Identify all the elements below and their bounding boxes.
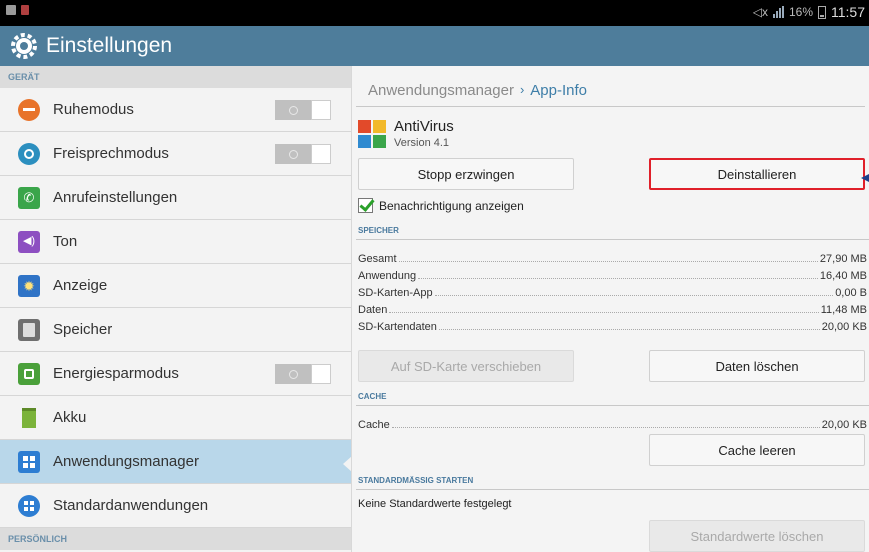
antivirus-app-icon bbox=[358, 120, 386, 148]
section-header-storage: SPEICHER bbox=[356, 226, 869, 240]
sidebar-item-label: Anrufeinstellungen bbox=[53, 189, 178, 206]
sidebar-item-label: Speicher bbox=[53, 321, 113, 338]
call-settings-icon: ✆ bbox=[18, 186, 40, 209]
clear-defaults-button[interactable]: Standardwerte löschen bbox=[649, 520, 865, 552]
sidebar-item-label: Ruhemodus bbox=[53, 101, 134, 118]
ruhemodus-toggle[interactable] bbox=[275, 100, 331, 120]
sidebar-item-anzeige[interactable]: ✹ Anzeige bbox=[0, 264, 351, 308]
display-icon: ✹ bbox=[18, 274, 40, 297]
app-version: Version 4.1 bbox=[394, 137, 450, 149]
sidebar-item-label: Ton bbox=[53, 233, 78, 250]
battery-percent: 16% bbox=[788, 5, 813, 19]
power-saving-icon bbox=[18, 362, 40, 385]
signal-icon bbox=[772, 6, 784, 18]
storage-row: SD-Kartendaten 20,00 KB bbox=[358, 321, 867, 333]
notification-checkbox-label: Benachrichtigung anzeigen bbox=[379, 198, 524, 213]
energiesparmodus-toggle[interactable] bbox=[275, 364, 331, 384]
mute-icon: ◁x bbox=[752, 5, 768, 19]
sidebar-item-energiesparmodus[interactable]: Energiesparmodus bbox=[0, 352, 351, 396]
app-name: AntiVirus bbox=[394, 118, 454, 135]
app-notification-icon bbox=[21, 5, 29, 15]
sound-icon: ◀) bbox=[18, 230, 40, 253]
sidebar-item-label: Standardanwendungen bbox=[53, 497, 209, 514]
breadcrumb-current: App-Info bbox=[530, 82, 587, 99]
app-header: AntiVirus Version 4.1 bbox=[358, 116, 454, 149]
page-title: Einstellungen bbox=[46, 34, 173, 57]
sidebar-item-freisprechmodus[interactable]: Freisprechmodus bbox=[0, 132, 351, 176]
section-header-launch-default: STANDARDMÄSSIG STARTEN bbox=[356, 476, 869, 490]
storage-row: SD-Karten-App 0,00 B bbox=[358, 287, 867, 299]
sleep-mode-icon bbox=[18, 98, 40, 121]
launch-default-text: Keine Standardwerte festgelegt bbox=[358, 498, 512, 510]
sidebar-item-ton[interactable]: ◀) Ton bbox=[0, 220, 351, 264]
freisprechmodus-toggle[interactable] bbox=[275, 144, 331, 164]
sidebar-item-anwendungsmanager[interactable]: Anwendungsmanager bbox=[0, 440, 351, 484]
sidebar-item-standardanwendungen[interactable]: Standardanwendungen bbox=[0, 484, 351, 528]
app-manager-icon bbox=[18, 450, 40, 473]
storage-row: Gesamt 27,90 MB bbox=[358, 253, 867, 265]
notification-checkbox[interactable] bbox=[358, 198, 373, 213]
sidebar-item-anrufeinstellungen[interactable]: ✆ Anrufeinstellungen bbox=[0, 176, 351, 220]
section-header-cache: CACHE bbox=[356, 392, 869, 406]
move-to-sd-button[interactable]: Auf SD-Karte verschieben bbox=[358, 350, 574, 382]
battery-icon bbox=[18, 407, 40, 429]
breadcrumb-separator: › bbox=[519, 82, 525, 97]
clear-cache-button[interactable]: Cache leeren bbox=[649, 434, 865, 466]
action-bar: Einstellungen bbox=[0, 26, 869, 66]
default-apps-icon bbox=[18, 494, 40, 517]
settings-gear-icon[interactable] bbox=[10, 32, 38, 60]
storage-row: Daten 11,48 MB bbox=[358, 304, 867, 316]
annotation-arrow-icon bbox=[861, 174, 869, 182]
sidebar-item-label: Energiesparmodus bbox=[53, 365, 179, 382]
uninstall-button[interactable]: Deinstallieren bbox=[649, 158, 865, 190]
status-indicators: ◁x 16% 11:57 bbox=[753, 4, 865, 20]
cache-row: Cache 20,00 KB bbox=[358, 419, 867, 431]
breadcrumb-parent[interactable]: Anwendungsmanager bbox=[368, 82, 514, 99]
sidebar-item-label: Anwendungsmanager bbox=[53, 453, 199, 470]
section-header-personal: PERSÖNLICH bbox=[0, 528, 351, 550]
settings-sidebar: GERÄT Ruhemodus Freisprechmodus ✆ Anrufe… bbox=[0, 66, 352, 552]
sidebar-item-label: Anzeige bbox=[53, 277, 108, 294]
clock: 11:57 bbox=[831, 4, 865, 20]
clear-data-button[interactable]: Daten löschen bbox=[649, 350, 865, 382]
app-info-panel: Anwendungsmanager › App-Info AntiVirus V… bbox=[352, 66, 869, 552]
sidebar-item-label: Akku bbox=[53, 409, 87, 426]
notification-icons bbox=[6, 5, 29, 15]
sidebar-item-label: Freisprechmodus bbox=[53, 145, 169, 162]
status-bar: ◁x 16% 11:57 bbox=[0, 0, 869, 26]
sidebar-item-ruhemodus[interactable]: Ruhemodus bbox=[0, 88, 351, 132]
sidebar-item-akku[interactable]: Akku bbox=[0, 396, 351, 440]
section-header-device: GERÄT bbox=[0, 66, 351, 88]
notification-checkbox-row[interactable]: Benachrichtigung anzeigen bbox=[358, 198, 524, 213]
storage-icon bbox=[18, 318, 40, 341]
hands-free-icon bbox=[18, 142, 40, 165]
force-stop-button[interactable]: Stopp erzwingen bbox=[358, 158, 574, 190]
divider bbox=[356, 106, 865, 107]
storage-row: Anwendung 16,40 MB bbox=[358, 270, 867, 282]
battery-icon bbox=[818, 5, 826, 19]
sidebar-item-speicher[interactable]: Speicher bbox=[0, 308, 351, 352]
screenshot-notification-icon bbox=[6, 5, 16, 15]
breadcrumb: Anwendungsmanager › App-Info bbox=[368, 82, 587, 99]
